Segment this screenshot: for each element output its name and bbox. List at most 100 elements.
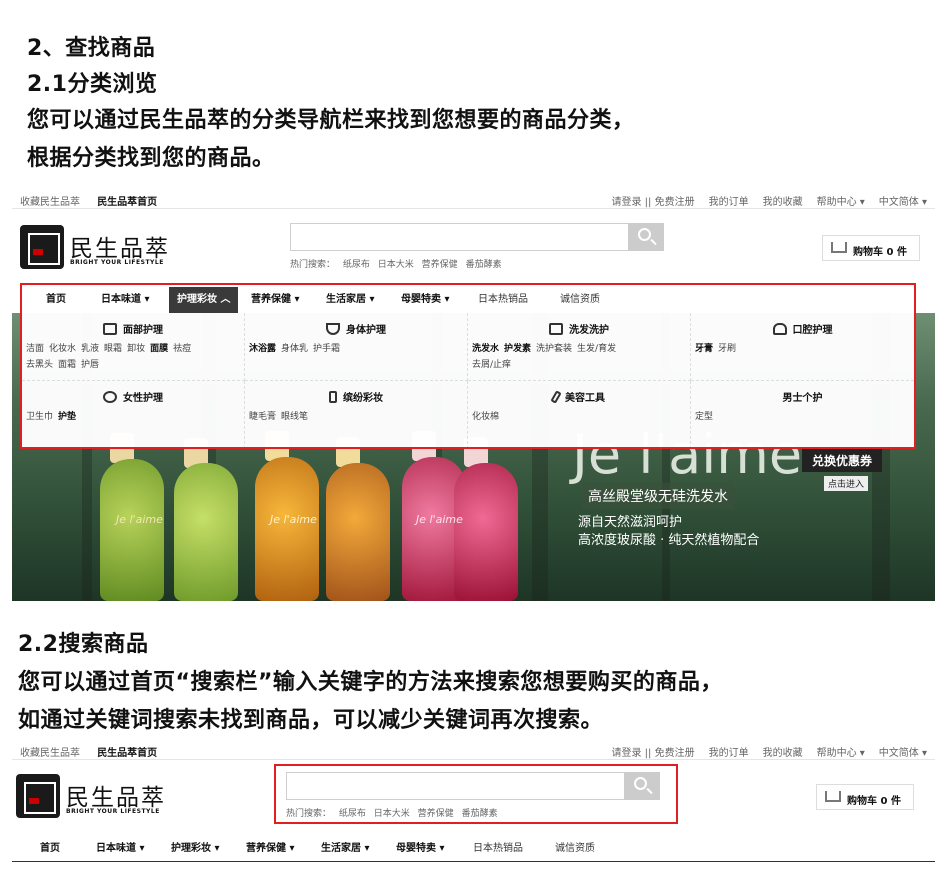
bottle-brand: Je l'aime	[416, 513, 463, 526]
register-link[interactable]: 免费注册	[655, 197, 695, 208]
product-bottle	[100, 459, 164, 601]
nav-item-credentials[interactable]: 诚信资质	[560, 287, 600, 313]
top-bar: 收藏民生品萃 民生品萃首页 请登录 || 免费注册 我的订单 我的收藏 帮助中心…	[12, 738, 935, 760]
help-menu[interactable]: 帮助中心 ▾	[817, 744, 865, 759]
face-icon	[103, 323, 117, 335]
hot-keyword[interactable]: 纸尿布	[343, 260, 370, 270]
banner-line: 源自天然滋润呵护	[578, 515, 683, 530]
favorite-link[interactable]: 收藏民生品萃	[20, 748, 80, 759]
screenshot-category: 收藏民生品萃 民生品萃首页 请登录 || 免费注册 我的订单 我的收藏 帮助中心…	[12, 187, 935, 603]
hot-keyword[interactable]: 日本大米	[378, 260, 414, 270]
guide-paragraph: 根据分类找到您的商品。	[27, 146, 275, 171]
home-link[interactable]: 民生品萃首页	[97, 197, 157, 208]
category-beauty-tools[interactable]: 美容工具 化妆棉	[468, 381, 691, 449]
hot-keyword[interactable]: 营养保健	[422, 260, 458, 270]
nav-item-bestsellers[interactable]: 日本热销品	[478, 287, 528, 313]
help-menu[interactable]: 帮助中心 ▾	[817, 193, 865, 208]
search-icon	[638, 228, 651, 241]
language-menu[interactable]: 中文简体 ▾	[879, 193, 927, 208]
nav-item-credentials[interactable]: 诚信资质	[555, 836, 595, 862]
product-bottle	[454, 463, 518, 601]
hot-keyword[interactable]: 日本大米	[374, 809, 410, 819]
shampoo-icon	[549, 323, 563, 335]
language-menu[interactable]: 中文简体 ▾	[879, 744, 927, 759]
nav-item-home[interactable]: 首页	[40, 836, 60, 862]
product-bottle	[174, 463, 238, 601]
nav-item-home-living[interactable]: 生活家居 ▾	[321, 836, 370, 862]
search-input[interactable]	[290, 223, 664, 251]
cart-button[interactable]: 购物车 0 件	[822, 235, 920, 261]
hot-searches: 热门搜索： 纸尿布 日本大米 营养保健 番茄酵素	[290, 260, 502, 270]
category-mens-care[interactable]: 男士个护 定型	[691, 381, 914, 449]
hot-keyword[interactable]: 番茄酵素	[462, 809, 498, 819]
product-bottle	[255, 457, 319, 601]
category-dropdown: 面部护理 洁面 化妆水 乳液 眼霜 卸妆 面膜 祛痘 去黑头 面霜 护唇 身体护理 沐浴露 身体乳…	[22, 313, 914, 449]
nav-item-care-makeup[interactable]: 护理彩妆 ▾	[171, 836, 220, 862]
guide-paragraph: 您可以通过首页“搜索栏”输入关键字的方法来搜索您想要购买的商品，	[18, 670, 723, 695]
hot-searches: 热门搜索： 纸尿布 日本大米 营养保健 番茄酵素	[286, 809, 498, 819]
login-link[interactable]: 请登录	[611, 197, 641, 208]
login-link[interactable]: 请登录	[611, 748, 641, 759]
product-bottle	[326, 463, 390, 601]
nav-item-care-makeup[interactable]: 护理彩妆 ︿	[169, 287, 239, 313]
orders-link[interactable]: 我的订单	[709, 744, 749, 759]
search-button[interactable]	[628, 223, 664, 251]
nav-item-health[interactable]: 营养保健 ▾	[251, 287, 300, 313]
register-link[interactable]: 免费注册	[655, 748, 695, 759]
cart-button[interactable]: 购物车 0 件	[816, 784, 914, 810]
brush-icon	[550, 390, 562, 404]
separator: ||	[644, 748, 652, 759]
category-makeup[interactable]: 缤纷彩妆 睫毛膏 眼线笔	[245, 381, 468, 449]
nav-item-bestsellers[interactable]: 日本热销品	[473, 836, 523, 862]
nav-item-baby[interactable]: 母婴特卖 ▾	[396, 836, 445, 862]
logo-text: 民生品萃	[70, 236, 170, 262]
nav-item-home-living[interactable]: 生活家居 ▾	[326, 287, 375, 313]
separator: ||	[644, 197, 652, 208]
search-input[interactable]	[286, 772, 660, 800]
bottle-brand: Je l'aime	[270, 513, 317, 526]
category-nav: 首页 日本味道 ▾ 护理彩妆 ▾ 营养保健 ▾ 生活家居 ▾ 母婴特卖 ▾ 日本…	[12, 836, 935, 862]
logo-text: 民生品萃	[66, 785, 166, 811]
top-bar: 收藏民生品萃 民生品萃首页 请登录 || 免费注册 我的订单 我的收藏 帮助中心…	[12, 187, 935, 209]
logo-icon[interactable]	[20, 225, 64, 269]
logo-slogan: BRIGHT YOUR LIFESTYLE	[70, 259, 164, 266]
search-button[interactable]	[624, 772, 660, 800]
logo-icon[interactable]	[16, 774, 60, 818]
lotus-icon	[103, 391, 117, 403]
bottle-brand: Je l'aime	[116, 513, 163, 526]
nav-item-home[interactable]: 首页	[46, 287, 66, 313]
screenshot-search: 收藏民生品萃 民生品萃首页 请登录 || 免费注册 我的订单 我的收藏 帮助中心…	[12, 738, 935, 868]
body-icon	[326, 323, 340, 335]
favorites-link[interactable]: 我的收藏	[763, 193, 803, 208]
category-feminine-care[interactable]: 女性护理 卫生巾 护垫	[22, 381, 245, 449]
guide-paragraph: 您可以通过民生品萃的分类导航栏来找到您想要的商品分类，	[27, 108, 635, 133]
category-oral-care[interactable]: 口腔护理 牙膏 牙刷	[691, 313, 914, 381]
search-icon	[634, 777, 647, 790]
tooth-icon	[772, 323, 787, 335]
section-heading: 2、查找商品	[27, 36, 156, 61]
nav-item-baby[interactable]: 母婴特卖 ▾	[401, 287, 450, 313]
banner-title: 高丝殿堂级无硅洗发水	[582, 483, 734, 509]
hot-keyword[interactable]: 番茄酵素	[466, 260, 502, 270]
home-link[interactable]: 民生品萃首页	[97, 748, 157, 759]
category-face-care[interactable]: 面部护理 洁面 化妆水 乳液 眼霜 卸妆 面膜 祛痘 去黑头 面霜 护唇	[22, 313, 245, 381]
category-nav: 首页 日本味道 ▾ 护理彩妆 ︿ 营养保健 ▾ 生活家居 ▾ 母婴特卖 ▾ 日本…	[12, 287, 935, 313]
cart-icon	[825, 791, 841, 802]
banner-line: 高浓度玻尿酸 · 纯天然植物配合	[578, 533, 760, 548]
enter-button[interactable]: 点击进入	[824, 476, 869, 491]
category-body-care[interactable]: 身体护理 沐浴露 身体乳 护手霜	[245, 313, 468, 381]
cart-icon	[831, 242, 847, 253]
coupon-badge[interactable]: 兑换优惠券	[802, 449, 883, 472]
subsection-heading: 2.2搜索商品	[18, 632, 149, 657]
favorites-link[interactable]: 我的收藏	[763, 744, 803, 759]
nav-item-japan-taste[interactable]: 日本味道 ▾	[96, 836, 145, 862]
orders-link[interactable]: 我的订单	[709, 193, 749, 208]
hot-keyword[interactable]: 营养保健	[418, 809, 454, 819]
lipstick-icon	[329, 391, 337, 403]
hot-keyword[interactable]: 纸尿布	[339, 809, 366, 819]
nav-item-health[interactable]: 营养保健 ▾	[246, 836, 295, 862]
category-hair-care[interactable]: 洗发洗护 洗发水 护发素 洗护套装 生发/育发 去屑/止痒	[468, 313, 691, 381]
logo-slogan: BRIGHT YOUR LIFESTYLE	[66, 808, 160, 815]
favorite-link[interactable]: 收藏民生品萃	[20, 197, 80, 208]
nav-item-japan-taste[interactable]: 日本味道 ▾	[101, 287, 150, 313]
